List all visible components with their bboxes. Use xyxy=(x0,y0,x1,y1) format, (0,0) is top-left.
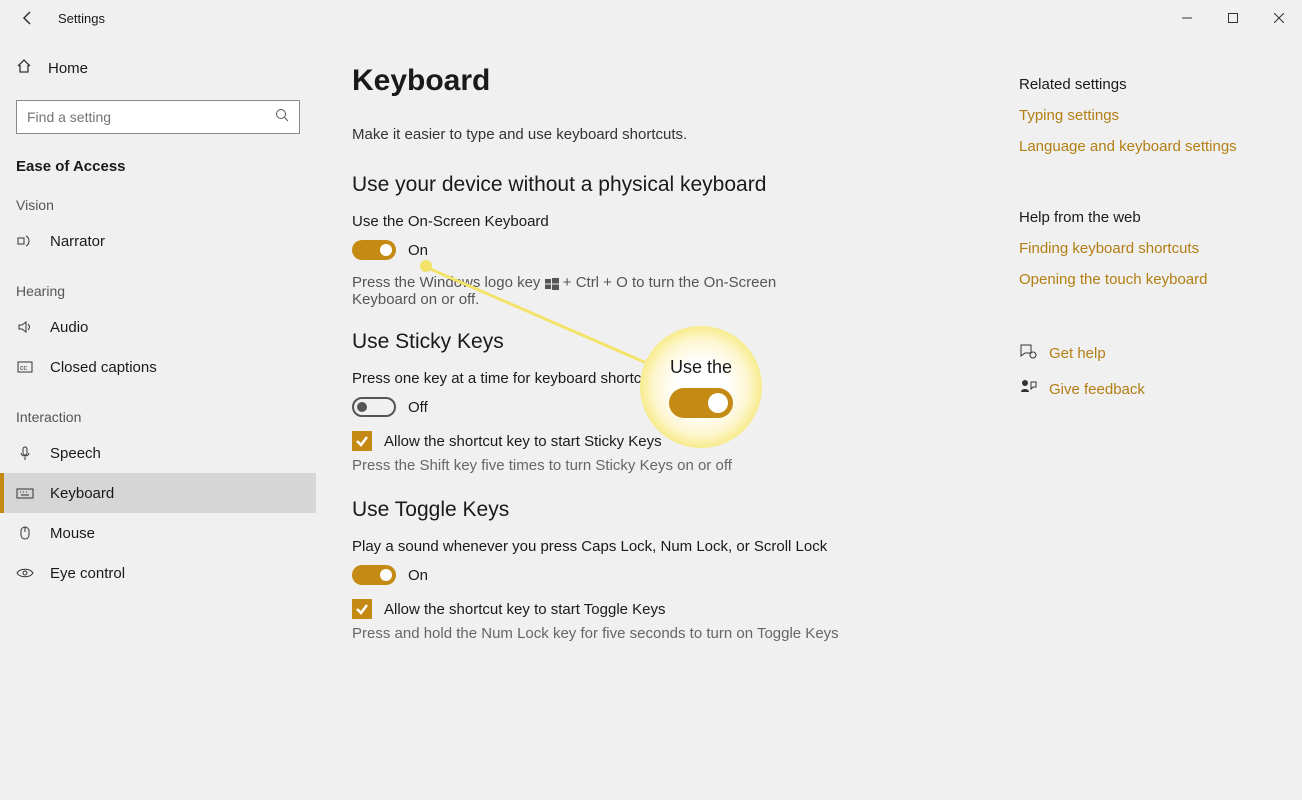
page-title: Keyboard xyxy=(352,64,979,98)
sticky-label: Press one key at a time for keyboard sho… xyxy=(352,370,979,387)
help-icon xyxy=(1019,342,1037,364)
sticky-desc: Press the Shift key five times to turn S… xyxy=(352,457,979,474)
svg-text:cc: cc xyxy=(20,365,28,372)
window-controls xyxy=(1164,0,1302,36)
titlebar: Settings xyxy=(0,0,1302,36)
link-language-settings[interactable]: Language and keyboard settings xyxy=(1019,138,1266,155)
togglekeys-toggle[interactable] xyxy=(352,565,396,585)
related-heading: Related settings xyxy=(1019,76,1266,93)
close-button[interactable] xyxy=(1256,0,1302,36)
sidebar: Home Ease of Access Vision Narrator Hear… xyxy=(0,36,316,800)
keyboard-icon xyxy=(16,485,34,501)
home-icon xyxy=(16,58,32,78)
group-hearing: Hearing xyxy=(16,283,300,299)
sticky-shortcut-checkbox[interactable] xyxy=(352,431,372,451)
nav-label: Eye control xyxy=(50,565,125,582)
nav-label: Mouse xyxy=(50,525,95,542)
nav-label: Audio xyxy=(50,319,88,336)
maximize-button[interactable] xyxy=(1210,0,1256,36)
togglekeys-state: On xyxy=(408,567,428,584)
group-interaction: Interaction xyxy=(16,409,300,425)
osk-label: Use the On-Screen Keyboard xyxy=(352,213,979,230)
osk-help: Press the Windows logo key + Ctrl + O to… xyxy=(352,274,782,308)
eye-icon xyxy=(16,565,34,581)
search-icon xyxy=(275,108,289,127)
nav-speech[interactable]: Speech xyxy=(16,433,300,473)
mic-icon xyxy=(16,445,34,461)
mouse-icon xyxy=(16,525,34,541)
feedback-icon xyxy=(1019,378,1037,400)
link-get-help[interactable]: Get help xyxy=(1019,342,1266,364)
link-touch-keyboard[interactable]: Opening the touch keyboard xyxy=(1019,271,1266,288)
minimize-button[interactable] xyxy=(1164,0,1210,36)
nav-label: Speech xyxy=(50,445,101,462)
webhelp-heading: Help from the web xyxy=(1019,209,1266,226)
home-label: Home xyxy=(48,60,88,77)
captions-icon: cc xyxy=(16,359,34,375)
section-sticky-title: Use Sticky Keys xyxy=(352,330,979,354)
nav-mouse[interactable]: Mouse xyxy=(16,513,300,553)
page-subtitle: Make it easier to type and use keyboard … xyxy=(352,126,979,143)
section-osk-title: Use your device without a physical keybo… xyxy=(352,173,979,197)
search-box[interactable] xyxy=(16,100,300,134)
sidebar-section-title: Ease of Access xyxy=(16,158,300,175)
search-input[interactable] xyxy=(27,109,275,125)
narrator-icon xyxy=(16,233,34,249)
nav-label: Keyboard xyxy=(50,485,114,502)
audio-icon xyxy=(16,319,34,335)
sticky-checkbox-label: Allow the shortcut key to start Sticky K… xyxy=(384,433,662,450)
togglekeys-shortcut-checkbox[interactable] xyxy=(352,599,372,619)
link-keyboard-shortcuts[interactable]: Finding keyboard shortcuts xyxy=(1019,240,1266,257)
togglekeys-checkbox-label: Allow the shortcut key to start Toggle K… xyxy=(384,601,666,618)
osk-state: On xyxy=(408,242,428,259)
nav-label: Narrator xyxy=(50,233,105,250)
nav-narrator[interactable]: Narrator xyxy=(16,221,300,261)
windows-key-icon xyxy=(545,277,559,289)
home-nav[interactable]: Home xyxy=(16,48,300,88)
right-column: Related settings Typing settings Languag… xyxy=(1019,64,1266,772)
window-title: Settings xyxy=(58,11,105,26)
nav-audio[interactable]: Audio xyxy=(16,307,300,347)
togglekeys-label: Play a sound whenever you press Caps Loc… xyxy=(352,538,979,555)
back-button[interactable] xyxy=(12,2,44,34)
sticky-toggle[interactable] xyxy=(352,397,396,417)
nav-keyboard[interactable]: Keyboard xyxy=(0,473,316,513)
nav-label: Closed captions xyxy=(50,359,157,376)
nav-closed-captions[interactable]: cc Closed captions xyxy=(16,347,300,387)
main-content: Keyboard Make it easier to type and use … xyxy=(352,64,979,772)
osk-toggle[interactable] xyxy=(352,240,396,260)
togglekeys-desc: Press and hold the Num Lock key for five… xyxy=(352,625,979,642)
nav-eye-control[interactable]: Eye control xyxy=(16,553,300,593)
link-typing-settings[interactable]: Typing settings xyxy=(1019,107,1266,124)
group-vision: Vision xyxy=(16,197,300,213)
sticky-state: Off xyxy=(408,399,428,416)
section-togglekeys-title: Use Toggle Keys xyxy=(352,498,979,522)
link-give-feedback[interactable]: Give feedback xyxy=(1019,378,1266,400)
